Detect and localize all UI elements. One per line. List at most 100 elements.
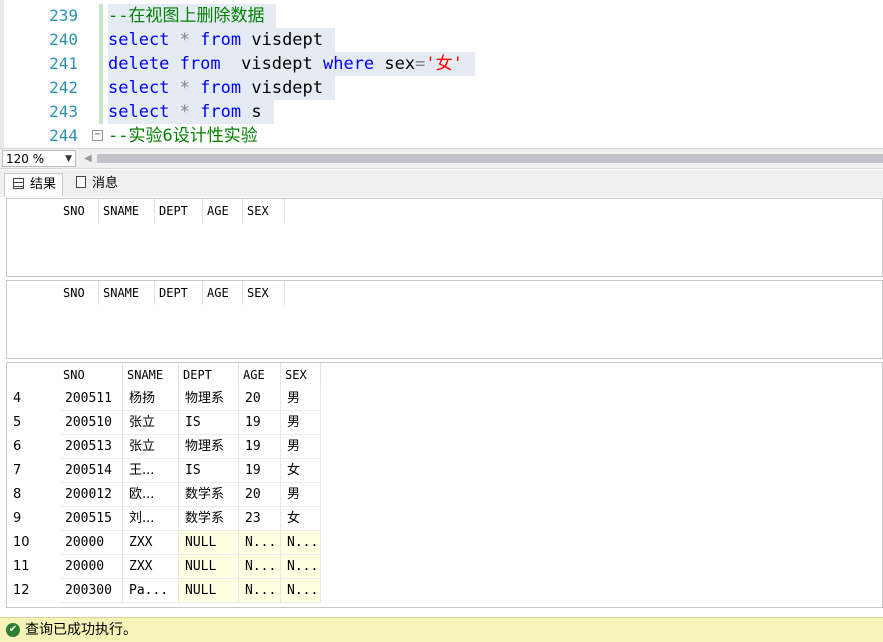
code-text[interactable]: select * from visdept [108,76,336,100]
column-header-sno[interactable]: SNO [59,199,99,223]
table-cell[interactable]: 200513 [59,435,123,459]
change-indicator [99,4,103,28]
row-number[interactable]: 6 [13,435,21,459]
table-cell[interactable]: ZXX [123,531,179,555]
zoom-select[interactable]: 120 % ▼ [2,150,76,167]
code-token: visdept [220,54,323,74]
table-cell[interactable]: 数学系 [179,507,239,531]
row-number[interactable]: 5 [13,411,21,435]
result-grid-3[interactable]: SNO SNAME DEPT AGE SEX 4 200511 杨扬 物理系 20 男 5 200510… [6,362,883,608]
tab-results[interactable]: 结果 [4,173,64,196]
column-header-age[interactable]: AGE [239,363,281,387]
table-cell[interactable]: 男 [281,435,321,459]
code-line[interactable]: 241 delete from visdept where sex='女' [0,52,883,76]
table-cell[interactable]: N... [281,531,321,555]
scroll-left-icon[interactable]: ◀ [84,153,92,164]
code-text[interactable]: select * from visdept [108,28,336,52]
row-number[interactable]: 8 [13,483,21,507]
tab-messages[interactable]: 消息 [68,173,124,195]
code-text[interactable]: delete from visdept where sex='女' [108,52,475,76]
result-grid-1[interactable]: SNO SNAME DEPT AGE SEX [6,198,883,277]
column-header-sno[interactable]: SNO [59,281,99,305]
tab-messages-label: 消息 [92,176,119,191]
code-text[interactable]: select * from s [108,100,274,124]
table-cell[interactable]: Pa... [123,579,179,603]
table-cell[interactable]: 200514 [59,459,123,483]
column-header-sex[interactable]: SEX [243,281,285,305]
table-cell[interactable]: 20 [239,387,281,411]
row-number[interactable]: 11 [13,555,30,579]
code-text[interactable]: --实验6设计性实验 [108,124,270,148]
table-cell[interactable]: ZXX [123,555,179,579]
horizontal-scrollbar-thumb[interactable] [97,154,883,163]
collapse-icon[interactable]: − [92,130,103,141]
table-cell[interactable]: 欧... [123,483,179,507]
table-cell[interactable]: 20000 [59,555,123,579]
table-cell[interactable]: 200515 [59,507,123,531]
column-header-dept[interactable]: DEPT [179,363,239,387]
table-cell[interactable]: N... [239,555,281,579]
code-text[interactable]: --在视图上删除数据 [108,4,277,28]
column-header-sname[interactable]: SNAME [99,281,155,305]
column-header-age[interactable]: AGE [203,199,243,223]
table-cell[interactable]: 女 [281,507,321,531]
table-cell[interactable]: 19 [239,411,281,435]
table-cell[interactable]: 数学系 [179,483,239,507]
column-header-sname[interactable]: SNAME [123,363,179,387]
result-grid-2[interactable]: SNO SNAME DEPT AGE SEX [6,280,883,359]
column-header-sex[interactable]: SEX [281,363,321,387]
table-cell[interactable]: N... [281,579,321,603]
table-cell[interactable]: 王... [123,459,179,483]
table-cell[interactable]: 23 [239,507,281,531]
table-cell[interactable]: 刘... [123,507,179,531]
status-bar: ✔ 查询已成功执行。 [0,617,883,642]
code-token: from [200,30,242,50]
query-editor[interactable]: 239 --在视图上删除数据 240 select * from visdept 241… [0,0,883,148]
row-number[interactable]: 12 [13,579,30,603]
code-token: --在视图上删除数据 [108,6,265,26]
row-number[interactable]: 10 [13,531,30,555]
code-token: '女' [425,54,463,74]
table-cell[interactable]: 张立 [123,435,179,459]
table-cell[interactable]: IS [179,459,239,483]
column-header-dept[interactable]: DEPT [155,199,203,223]
table-cell[interactable]: 杨扬 [123,387,179,411]
table-cell[interactable]: 19 [239,435,281,459]
table-cell[interactable]: 20 [239,483,281,507]
table-cell[interactable]: 物理系 [179,387,239,411]
table-cell[interactable]: 张立 [123,411,179,435]
column-header-sname[interactable]: SNAME [99,199,155,223]
row-number[interactable]: 9 [13,507,21,531]
column-header-dept[interactable]: DEPT [155,281,203,305]
row-number[interactable]: 7 [13,459,21,483]
column-header-age[interactable]: AGE [203,281,243,305]
row-number[interactable]: 4 [13,387,21,411]
table-cell[interactable]: 女 [281,459,321,483]
table-cell[interactable]: NULL [179,531,239,555]
table-cell[interactable]: IS [179,411,239,435]
code-line[interactable]: 239 --在视图上删除数据 [0,4,883,28]
table-cell[interactable]: 19 [239,459,281,483]
code-line[interactable]: 242 select * from visdept [0,76,883,100]
table-cell[interactable]: 男 [281,483,321,507]
code-line[interactable]: 243 select * from s [0,100,883,124]
table-cell[interactable]: NULL [179,579,239,603]
table-cell[interactable]: N... [239,579,281,603]
table-cell[interactable]: 男 [281,411,321,435]
table-cell[interactable]: 男 [281,387,321,411]
chevron-down-icon[interactable]: ▼ [65,151,72,168]
code-line[interactable]: 240 select * from visdept [0,28,883,52]
code-line[interactable]: 244 − --实验6设计性实验 [0,124,883,148]
table-cell[interactable]: 200510 [59,411,123,435]
table-cell[interactable]: 20000 [59,531,123,555]
column-header-sex[interactable]: SEX [243,199,285,223]
table-cell[interactable]: 200012 [59,483,123,507]
table-cell[interactable]: NULL [179,555,239,579]
table-cell[interactable]: N... [281,555,321,579]
column-header-sno[interactable]: SNO [59,363,123,387]
table-cell[interactable]: 200511 [59,387,123,411]
table-cell[interactable]: 物理系 [179,435,239,459]
table-cell[interactable]: N... [239,531,281,555]
table-cell[interactable]: 200300 [59,579,123,603]
